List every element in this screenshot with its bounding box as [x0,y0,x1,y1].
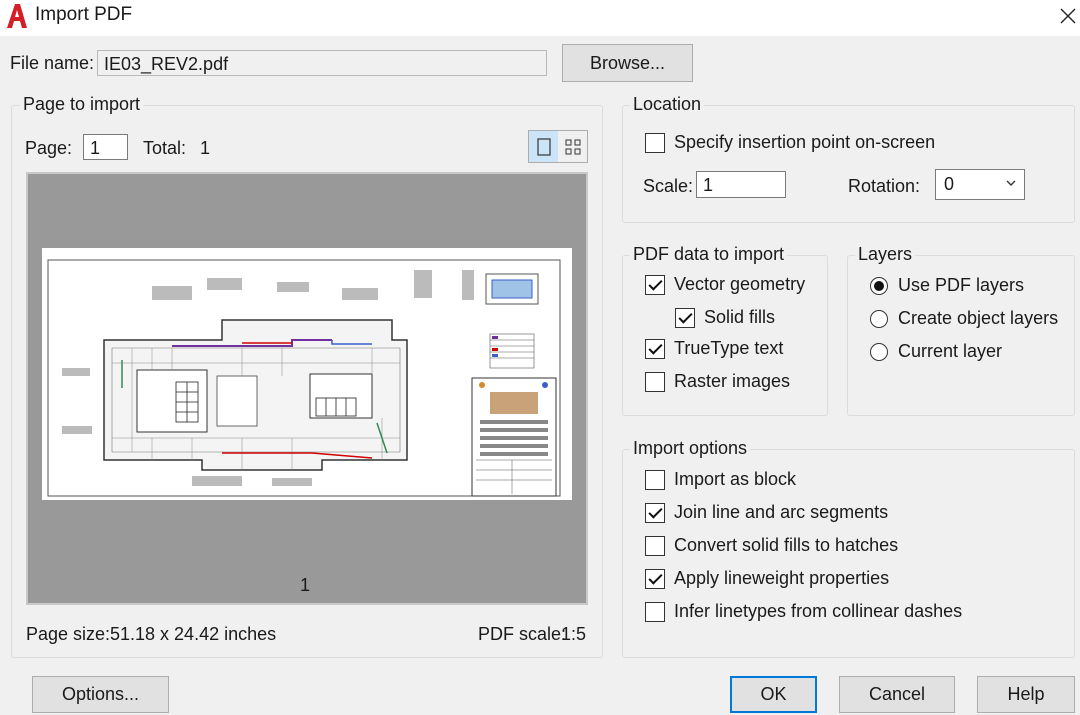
file-name-field[interactable]: IE03_REV2.pdf [97,50,547,76]
close-button[interactable] [1052,0,1080,32]
convert-solid-fills-option[interactable]: Convert solid fills to hatches [645,535,898,556]
rotation-label: Rotation: [848,176,921,196]
infer-linetypes-option[interactable]: Infer linetypes from collinear dashes [645,601,962,622]
layers-legend: Layers [855,244,916,265]
import-as-block-option[interactable]: Import as block [645,469,796,490]
raster-images-label: Raster images [674,371,791,391]
apply-lineweight-option[interactable]: Apply lineweight properties [645,568,889,589]
current-layer-radio[interactable] [870,342,888,361]
infer-linetypes-checkbox[interactable] [645,601,665,622]
current-layer-option[interactable]: Current layer [870,341,1002,362]
rotation-dropdown[interactable]: 0 [935,169,1025,200]
pdf-page-thumbnail[interactable] [42,248,572,500]
rotation-value: 0 [944,174,955,194]
view-mode-toggle [528,130,588,163]
total-label: Total: [143,138,187,158]
pdf-scale-value: 1:5 [561,624,587,644]
page-label: Page: [25,138,73,158]
preview-page-number: 1 [300,575,311,595]
cancel-button[interactable]: Cancel [839,676,955,713]
infer-linetypes-label: Infer linetypes from collinear dashes [674,601,963,621]
page-to-import-legend: Page to import [20,94,144,115]
close-icon [1060,8,1076,24]
use-pdf-layers-label: Use PDF layers [898,275,1025,295]
window-title: Import PDF [35,4,133,25]
specify-insertion-point-option[interactable]: Specify insertion point on-screen [645,132,935,153]
page-size-value: 51.18 x 24.42 inches [110,624,277,644]
vector-geometry-option[interactable]: Vector geometry [645,274,805,295]
create-object-layers-option[interactable]: Create object layers [870,308,1058,329]
title-bar: Import PDF [0,0,1080,36]
truetype-text-option[interactable]: TrueType text [645,338,783,359]
import-as-block-label: Import as block [674,469,797,489]
location-group [622,105,1075,223]
pdf-preview-area[interactable]: 1 [26,172,588,605]
solid-fills-option[interactable]: Solid fills [675,307,775,328]
file-name-label: File name: [10,53,95,73]
scale-input[interactable]: 1 [696,171,786,198]
truetype-text-label: TrueType text [674,338,784,358]
pdf-data-legend: PDF data to import [630,244,788,265]
floor-plan-drawing [47,259,561,497]
single-page-view-button[interactable] [529,131,558,162]
current-layer-label: Current layer [898,341,1003,361]
vector-geometry-label: Vector geometry [674,274,806,294]
apply-lineweight-checkbox[interactable] [645,568,665,589]
join-line-arc-option[interactable]: Join line and arc segments [645,502,888,523]
join-line-arc-checkbox[interactable] [645,502,665,523]
convert-solid-fills-checkbox[interactable] [645,535,665,556]
vector-geometry-checkbox[interactable] [645,274,665,295]
import-as-block-checkbox[interactable] [645,469,665,490]
thumbnail-view-button[interactable] [558,131,587,162]
solid-fills-checkbox[interactable] [675,307,695,328]
chevron-down-icon [1006,180,1016,186]
single-page-icon [536,137,551,156]
raster-images-option[interactable]: Raster images [645,371,790,392]
use-pdf-layers-radio[interactable] [870,276,888,295]
pdf-scale-label: PDF scale: [478,624,567,644]
help-button[interactable]: Help [977,676,1075,713]
options-button[interactable]: Options... [32,676,169,713]
page-number-input[interactable]: 1 [83,134,128,160]
specify-insertion-point-label: Specify insertion point on-screen [674,132,936,152]
create-object-layers-radio[interactable] [870,309,888,328]
specify-insertion-point-checkbox[interactable] [645,132,665,153]
total-value: 1 [200,138,211,158]
import-options-legend: Import options [630,438,751,459]
convert-solid-fills-label: Convert solid fills to hatches [674,535,899,555]
join-line-arc-label: Join line and arc segments [674,502,889,522]
apply-lineweight-label: Apply lineweight properties [674,568,890,588]
raster-images-checkbox[interactable] [645,371,665,392]
ok-button[interactable]: OK [730,676,817,713]
scale-label: Scale: [643,176,694,196]
use-pdf-layers-option[interactable]: Use PDF layers [870,275,1024,296]
solid-fills-label: Solid fills [704,307,776,327]
location-legend: Location [630,94,705,115]
autocad-logo-icon [7,4,27,28]
truetype-text-checkbox[interactable] [645,338,665,359]
browse-button[interactable]: Browse... [562,44,693,82]
page-size-label: Page size: [26,624,111,644]
create-object-layers-label: Create object layers [898,308,1059,328]
grid-thumbnails-icon [565,139,580,154]
